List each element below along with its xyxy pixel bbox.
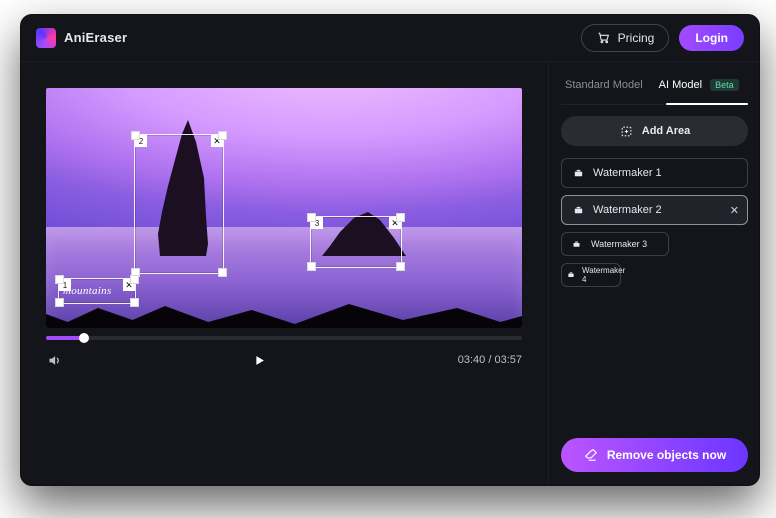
watermark-icon bbox=[570, 202, 586, 218]
logo-icon bbox=[36, 28, 56, 48]
resize-handle[interactable] bbox=[396, 262, 405, 271]
login-label: Login bbox=[695, 31, 728, 45]
resize-handle[interactable] bbox=[396, 213, 405, 222]
pricing-label: Pricing bbox=[618, 31, 655, 45]
app-window: AniEraser Pricing Login bbox=[20, 14, 760, 486]
editor-stage: 2 ✕ 3 ✕ 1 ✕ moun bbox=[20, 62, 548, 486]
remove-objects-button[interactable]: Remove objects now bbox=[561, 438, 748, 472]
resize-handle[interactable] bbox=[55, 298, 64, 307]
brand: AniEraser bbox=[36, 28, 127, 48]
watermaker-label: Watermaker 2 bbox=[593, 204, 662, 216]
cart-icon bbox=[596, 30, 612, 46]
watermaker-item[interactable]: Watermaker 4 bbox=[561, 263, 621, 287]
pricing-button[interactable]: Pricing bbox=[581, 24, 670, 52]
watermark-icon bbox=[570, 165, 586, 181]
beta-badge: Beta bbox=[710, 79, 739, 91]
resize-handle[interactable] bbox=[131, 131, 140, 140]
resize-handle[interactable] bbox=[218, 268, 227, 277]
tab-standard-model[interactable]: Standard Model bbox=[565, 74, 643, 96]
tab-ai-model[interactable]: AI Model Beta bbox=[659, 74, 739, 96]
tabs-divider bbox=[561, 104, 748, 105]
selection-box-1[interactable]: 1 ✕ mountains bbox=[58, 278, 136, 304]
watermaker-item[interactable]: Watermaker 3 bbox=[561, 232, 669, 256]
resize-handle[interactable] bbox=[130, 275, 139, 284]
watermaker-label: Watermaker 3 bbox=[591, 239, 647, 249]
close-icon[interactable]: ✕ bbox=[730, 204, 739, 217]
time-duration: 03:57 bbox=[494, 354, 522, 366]
time-current: 03:40 bbox=[458, 354, 486, 366]
header-actions: Pricing Login bbox=[581, 24, 744, 52]
selection-box-2[interactable]: 2 ✕ bbox=[134, 134, 224, 274]
side-panel: Standard Model AI Model Beta Add Area bbox=[548, 62, 760, 486]
player-controls: 03:40 / 03:57 bbox=[46, 352, 522, 368]
selection-text: mountains bbox=[63, 285, 131, 297]
play-icon[interactable] bbox=[252, 352, 268, 368]
watermaker-item[interactable]: Watermaker 2 ✕ bbox=[561, 195, 748, 225]
selection-box-3[interactable]: 3 ✕ bbox=[310, 216, 402, 268]
resize-handle[interactable] bbox=[218, 131, 227, 140]
watermark-icon bbox=[568, 236, 584, 252]
watermaker-item[interactable]: Watermaker 1 bbox=[561, 158, 748, 188]
tab-ai-label: AI Model bbox=[659, 79, 702, 91]
timeline[interactable] bbox=[46, 336, 522, 340]
eraser-icon bbox=[583, 447, 599, 463]
add-area-button[interactable]: Add Area bbox=[561, 116, 748, 146]
video-canvas[interactable]: 2 ✕ 3 ✕ 1 ✕ moun bbox=[46, 88, 522, 328]
model-tabs: Standard Model AI Model Beta bbox=[565, 74, 746, 96]
watermaker-label: Watermaker 4 bbox=[582, 266, 625, 284]
player-time: 03:40 / 03:57 bbox=[458, 354, 522, 366]
watermaker-list: Watermaker 1 Watermaker 2 ✕ Watermaker 3 bbox=[561, 158, 748, 287]
resize-handle[interactable] bbox=[55, 275, 64, 284]
volume-icon[interactable] bbox=[46, 352, 62, 368]
remove-objects-label: Remove objects now bbox=[607, 448, 726, 462]
login-button[interactable]: Login bbox=[679, 25, 744, 51]
add-area-icon bbox=[619, 123, 635, 139]
main: 2 ✕ 3 ✕ 1 ✕ moun bbox=[20, 62, 760, 486]
watermark-icon bbox=[567, 267, 575, 283]
brand-name: AniEraser bbox=[64, 30, 127, 45]
resize-handle[interactable] bbox=[307, 262, 316, 271]
watermaker-label: Watermaker 1 bbox=[593, 167, 662, 179]
header: AniEraser Pricing Login bbox=[20, 14, 760, 62]
timeline-knob[interactable] bbox=[79, 333, 89, 343]
resize-handle[interactable] bbox=[307, 213, 316, 222]
resize-handle[interactable] bbox=[130, 298, 139, 307]
add-area-label: Add Area bbox=[642, 125, 691, 137]
